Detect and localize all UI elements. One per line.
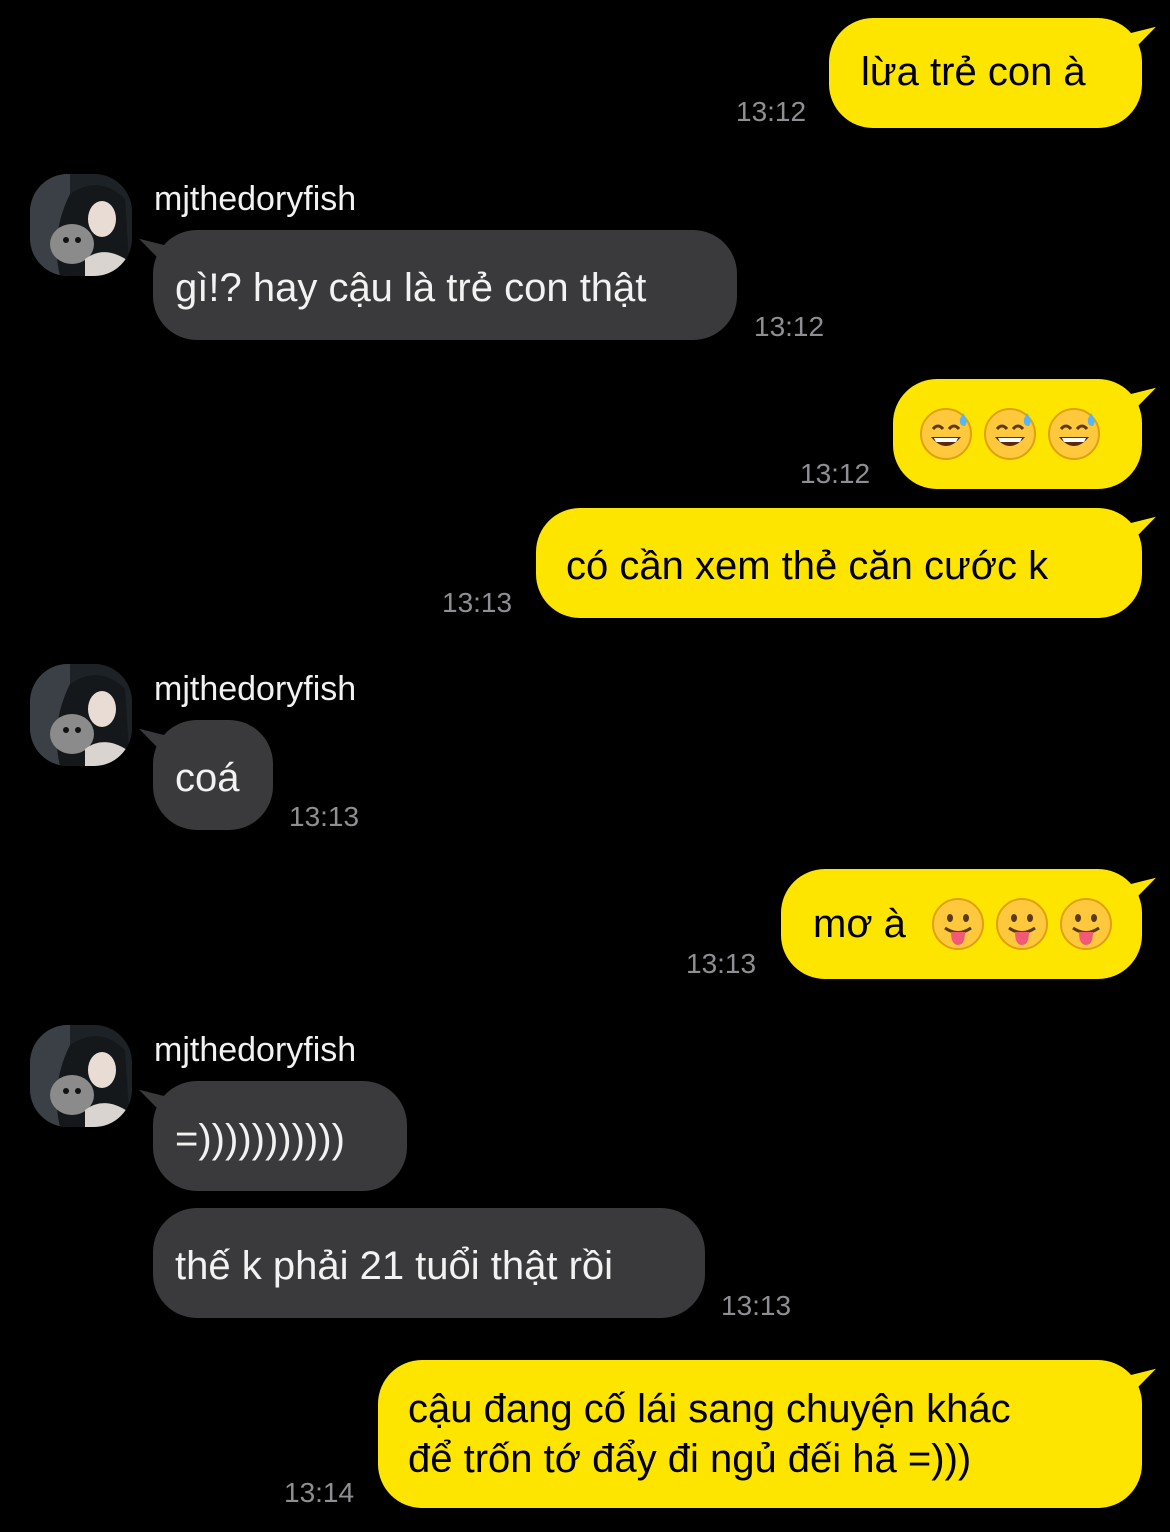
my-message-bubble[interactable]: cậu đang cố lái sang chuyện khác để trốn… xyxy=(378,1360,1142,1508)
grinning-sweat-emoji xyxy=(983,407,1037,461)
their-message-bubble[interactable]: =))))))))))) xyxy=(153,1081,407,1191)
sender-name: mjthedoryfish xyxy=(154,180,357,218)
message-time: 13:13 xyxy=(289,801,360,832)
their-message-bubble[interactable]: coá xyxy=(153,720,273,830)
message-text: thế k phải 21 tuổi thật rồi xyxy=(175,1244,614,1288)
message-text-line: cậu đang cố lái sang chuyện khác xyxy=(408,1387,1011,1431)
message-text: có cần xem thẻ căn cước k xyxy=(566,544,1049,588)
sender-name: mjthedoryfish xyxy=(154,670,357,708)
message-text: =))))))))))) xyxy=(175,1117,345,1161)
message-time: 13:12 xyxy=(736,96,807,127)
message-text: lừa trẻ con à xyxy=(861,50,1086,94)
tongue-out-emoji xyxy=(931,897,985,951)
their-message-bubble[interactable]: gì!? hay cậu là trẻ con thật xyxy=(153,230,737,340)
message-text: mơ à xyxy=(813,902,906,946)
message-time: 13:13 xyxy=(686,948,757,979)
contact-avatar[interactable] xyxy=(30,174,132,276)
contact-avatar[interactable] xyxy=(30,664,132,766)
my-message-bubble[interactable]: lừa trẻ con à xyxy=(829,18,1142,128)
message-time: 13:12 xyxy=(754,311,825,342)
message-time: 13:12 xyxy=(800,458,871,489)
message-text-line: để trốn tớ đẩy đi ngủ đếi hã =))) xyxy=(408,1437,972,1481)
message-time: 13:14 xyxy=(284,1477,355,1508)
my-message-bubble[interactable]: có cần xem thẻ căn cước k xyxy=(536,508,1142,618)
grinning-sweat-emoji xyxy=(919,407,973,461)
my-message-bubble[interactable] xyxy=(893,379,1142,489)
tongue-out-emoji xyxy=(995,897,1049,951)
grinning-sweat-emoji xyxy=(1047,407,1101,461)
my-message-bubble[interactable]: mơ à xyxy=(781,869,1142,979)
contact-avatar[interactable] xyxy=(30,1025,132,1127)
sender-name: mjthedoryfish xyxy=(154,1031,357,1069)
tongue-out-emoji xyxy=(1059,897,1113,951)
message-time: 13:13 xyxy=(721,1290,792,1321)
message-text: gì!? hay cậu là trẻ con thật xyxy=(175,266,647,310)
message-time: 13:13 xyxy=(442,587,513,618)
chat-screen: 13:12 lừa trẻ con à mjthedoryfish gì!? h… xyxy=(0,0,1170,1532)
message-text: coá xyxy=(175,756,240,800)
their-message-bubble[interactable]: thế k phải 21 tuổi thật rồi xyxy=(153,1208,705,1318)
